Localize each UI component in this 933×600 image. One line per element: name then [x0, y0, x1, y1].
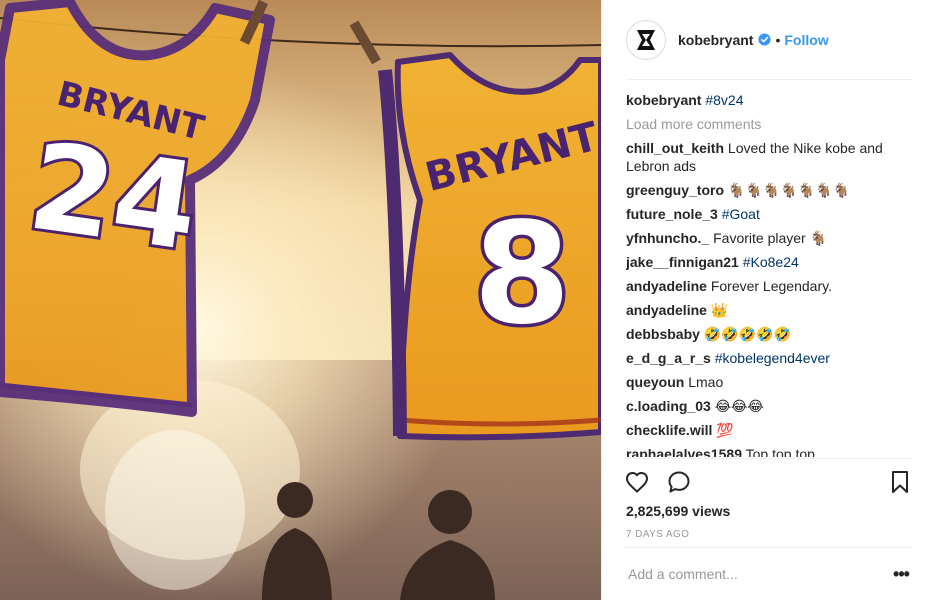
comment-item: greenguy_toro 🐐🐐🐐🐐🐐🐐🐐 [626, 181, 913, 199]
comment-item: checklife.will 💯 [626, 421, 913, 439]
jersey-24-number: 24 [21, 117, 206, 278]
comment-text: Favorite player 🐐 [713, 230, 828, 246]
save-button[interactable] [887, 469, 913, 495]
more-options-button[interactable]: ••• [889, 564, 913, 584]
comment-username[interactable]: andyadeline [626, 302, 707, 318]
comment-username[interactable]: yfnhuncho._ [626, 230, 709, 246]
comment-text: 😂😂😂 [714, 398, 764, 414]
jersey-8: BRYANT 8 [378, 52, 601, 441]
comment-username[interactable]: debbsbaby [626, 326, 700, 342]
comment-hashtag[interactable]: #Goat [722, 206, 760, 222]
header-username[interactable]: kobebryant [678, 32, 753, 48]
comment-item: andyadeline Forever Legendary. [626, 277, 913, 295]
view-count[interactable]: 2,825,699 views [626, 503, 730, 519]
comment-item: andyadeline 👑 [626, 301, 913, 319]
post-sidebar: kobebryant • Follow kobebryant #8v24 Loa… [601, 0, 933, 600]
like-button[interactable] [624, 469, 650, 495]
caption: kobebryant #8v24 [626, 91, 913, 109]
caption-username[interactable]: kobebryant [626, 92, 701, 108]
comment-text: Top top top [745, 446, 815, 457]
comment-text: 🤣🤣🤣🤣🤣 [703, 326, 791, 342]
comment-username[interactable]: raphaelalves1589 [626, 446, 742, 457]
comment-username[interactable]: future_nole_3 [626, 206, 718, 222]
comment-username[interactable]: e_d_g_a_r_s [626, 350, 711, 366]
comment-item: e_d_g_a_r_s #kobelegend4ever [626, 349, 913, 367]
kobe-logo-icon [637, 29, 655, 50]
comment-username[interactable]: chill_out_keith [626, 140, 724, 156]
comment-bubble-icon [668, 471, 690, 493]
comment-item: jake__finnigan21 #Ko8e24 [626, 253, 913, 271]
post-image: BRYANT 24 BRYANT 8 [0, 0, 601, 600]
comment-hashtag[interactable]: #Ko8e24 [743, 254, 799, 270]
avatar[interactable] [626, 19, 666, 60]
follow-button[interactable]: Follow [784, 32, 828, 48]
comment-item: raphaelalves1589 Top top top [626, 445, 913, 457]
comments-list[interactable]: kobebryant #8v24 Load more comments chil… [626, 91, 913, 457]
jersey-8-number: 8 [473, 193, 570, 356]
comment-username[interactable]: checklife.will [626, 422, 712, 438]
comment-text: Forever Legendary. [710, 278, 832, 294]
comment-text: 🐐🐐🐐🐐🐐🐐🐐 [727, 182, 850, 198]
comment-username[interactable]: jake__finnigan21 [626, 254, 739, 270]
bookmark-icon [892, 471, 908, 493]
comment-username[interactable]: queyoun [626, 374, 684, 390]
comment-text: Lmao [688, 374, 724, 390]
comment-item: yfnhuncho._ Favorite player 🐐 [626, 229, 913, 247]
post-actions: 2,825,699 views 7 DAYS AGO [624, 458, 913, 548]
comment-item: debbsbaby 🤣🤣🤣🤣🤣 [626, 325, 913, 343]
add-comment-section: ••• [624, 547, 913, 600]
comment-item: queyoun Lmao [626, 373, 913, 391]
comment-item: future_nole_3 #Goat [626, 205, 913, 223]
comment-hashtag[interactable]: #kobelegend4ever [715, 350, 830, 366]
post-header: kobebryant • Follow [602, 0, 933, 80]
load-more-comments-button[interactable]: Load more comments [626, 115, 913, 133]
comment-text: 👑 [710, 302, 729, 318]
comment-username[interactable]: greenguy_toro [626, 182, 724, 198]
comment-username[interactable]: c.loading_03 [626, 398, 711, 414]
verified-badge-icon [758, 33, 772, 46]
post-timestamp[interactable]: 7 DAYS AGO [626, 529, 689, 540]
caption-hashtag[interactable]: #8v24 [705, 92, 743, 108]
post-media[interactable]: BRYANT 24 BRYANT 8 [0, 0, 601, 600]
comment-username[interactable]: andyadeline [626, 278, 707, 294]
heart-icon [625, 471, 649, 493]
comment-item: c.loading_03 😂😂😂 [626, 397, 913, 415]
comment-button[interactable] [666, 469, 692, 495]
comment-text: 💯 [716, 422, 734, 438]
comment-input[interactable] [624, 566, 889, 582]
comment-item: chill_out_keith Loved the Nike kobe and … [626, 139, 913, 175]
header-separator: • [775, 31, 781, 48]
